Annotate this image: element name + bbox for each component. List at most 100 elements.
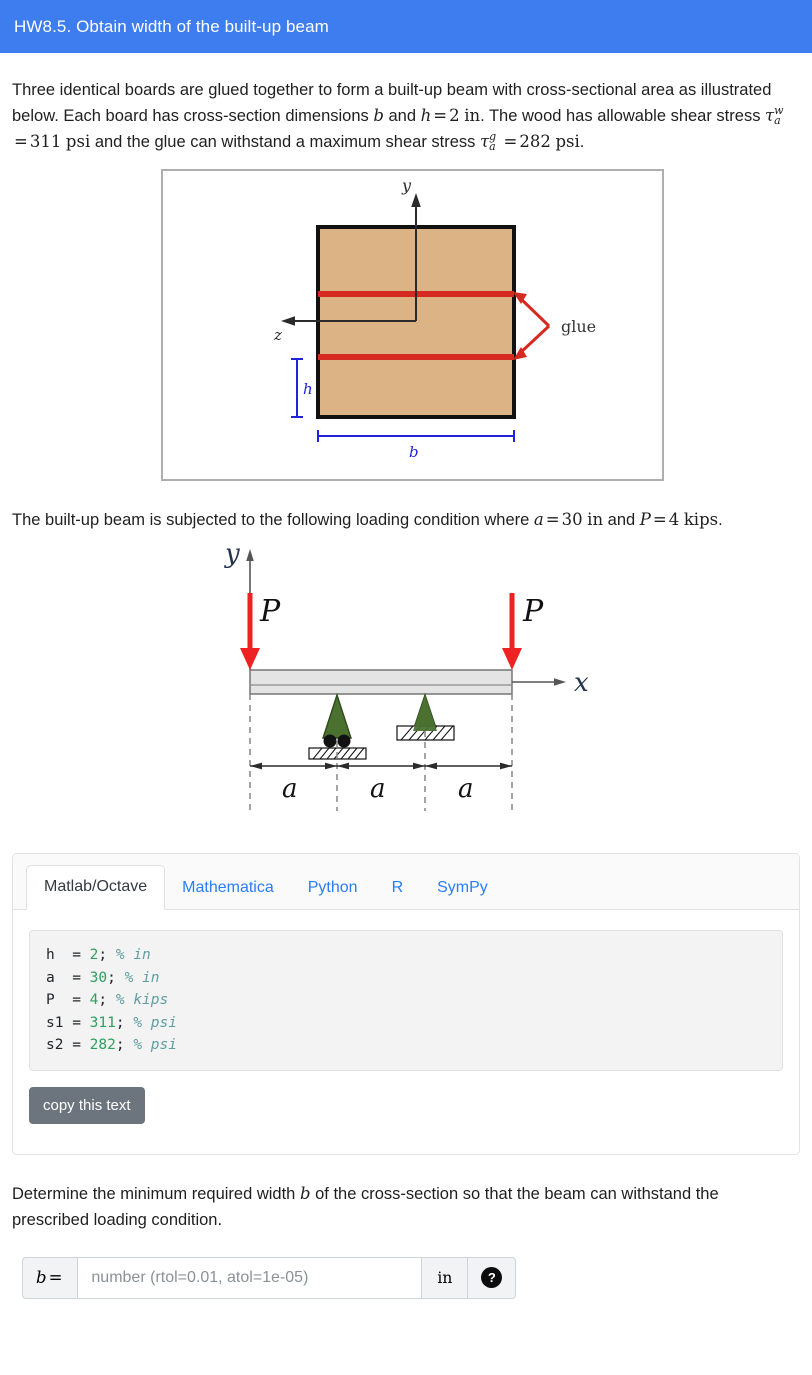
beam-y-axis-label: y [224, 539, 240, 569]
tau-glue-subscript: a [489, 139, 496, 153]
problem-header: HW8.5. Obtain width of the built-up beam [0, 0, 812, 53]
code-semi-1: ; [98, 947, 116, 963]
loading-text-part-2: and [603, 511, 640, 529]
code-line-1: h = 2; % in [46, 947, 151, 963]
question-mark-icon: ? [481, 1267, 503, 1288]
roller-wheel-left [323, 734, 337, 748]
equals-sign-tau-g: = [503, 132, 518, 151]
roller-support-triangle [322, 692, 352, 739]
tab-r[interactable]: R [375, 867, 421, 909]
loading-text-part-1: The built-up beam is subjected to the fo… [12, 511, 534, 529]
code-tab-panel: h = 2; % in a = 30; % in P = 4; % kips s… [13, 910, 799, 1154]
equals-sign-a: = [545, 510, 560, 529]
svg-text:a: a [282, 774, 298, 804]
load-arrow-left-head [240, 648, 260, 670]
z-axis-label: z [273, 326, 282, 344]
code-semi-2: ; [107, 969, 125, 986]
problem-text-part-3: . The wood has allowable shear stress [480, 107, 766, 125]
tab-matlab-octave[interactable]: Matlab/Octave [26, 865, 166, 910]
beam-y-axis-arrowhead [246, 549, 254, 561]
tau-wood-value: 311 [29, 132, 62, 151]
glue-leader-upper [517, 295, 551, 328]
y-axis-label: y [401, 176, 412, 195]
equals-sign-P: = [652, 510, 667, 529]
svg-text:a: a [458, 774, 474, 804]
code-comment-4: % psi [133, 1014, 177, 1031]
code-assign-2: a = [46, 969, 90, 986]
beam-x-axis-arrowhead [554, 678, 566, 686]
code-comment-1: % in [115, 947, 151, 963]
beam-x-axis-label: x [574, 668, 589, 698]
code-comment-3: % kips [115, 992, 169, 1008]
problem-text-part-5: . [579, 133, 585, 151]
code-semi-5: ; [115, 1037, 134, 1053]
code-value-2: 30 [89, 969, 108, 986]
tau-wood-subscript: a [774, 113, 781, 127]
code-semi-3: ; [98, 992, 116, 1008]
answer-input-group: b= in ? [22, 1256, 812, 1299]
symbol-tau-wood: τ [765, 106, 775, 125]
unit-psi-wood: psi [65, 132, 91, 151]
page-title: HW8.5. Obtain width of the built-up beam [14, 16, 329, 36]
code-semi-4: ; [115, 1014, 134, 1031]
code-line-4: s1 = 311; % psi [46, 1015, 177, 1031]
code-tabs-strip: Matlab/Octave Mathematica Python R SymPy [13, 854, 799, 910]
loading-text-part-3: . [718, 511, 723, 529]
load-arrow-right-head [502, 648, 522, 670]
determine-text-part-1: Determine the minimum required width [12, 1184, 300, 1203]
answer-equals-sign: = [48, 1268, 63, 1287]
tab-sympy[interactable]: SymPy [420, 867, 505, 909]
answer-symbol-b: b [36, 1268, 47, 1287]
code-assign-5: s2 = [46, 1037, 90, 1053]
z-axis-arrowhead [281, 316, 295, 326]
code-comment-2: % in [124, 969, 160, 986]
symbol-a: a [533, 510, 544, 529]
glue-label: glue [561, 317, 596, 336]
svg-text:a: a [370, 774, 386, 804]
answer-unit: in [422, 1256, 469, 1299]
problem-statement-1: Three identical boards are glued togethe… [12, 77, 800, 155]
load-label-right: P [522, 594, 544, 629]
tau-glue-scripts: ga [489, 130, 501, 153]
dimension-a-3: a [425, 762, 512, 804]
equals-sign-tau-w: = [14, 132, 28, 151]
problem-statement-2: The built-up beam is subjected to the fo… [12, 507, 800, 533]
tab-python[interactable]: Python [291, 867, 375, 909]
symbol-b-determine: b [299, 1183, 311, 1203]
a-value: 30 [561, 510, 583, 529]
dimension-a-1: a [250, 762, 337, 804]
tau-wood-scripts: wa [774, 104, 786, 127]
problem-statement-3: Determine the minimum required width b o… [12, 1181, 800, 1233]
answer-input[interactable] [77, 1256, 423, 1299]
unit-psi-glue: psi [555, 132, 580, 151]
problem-text-part-2: and [383, 107, 421, 125]
symbol-tau-glue: τ [480, 132, 490, 151]
code-block: h = 2; % in a = 30; % in P = 4; % kips s… [29, 930, 783, 1071]
code-assign-3: P = [46, 992, 90, 1008]
b-dimension-label: b [409, 443, 419, 461]
answer-help-button[interactable]: ? [468, 1256, 517, 1299]
code-line-3: P = 4; % kips [46, 992, 168, 1008]
roller-wheel-right [337, 734, 351, 748]
code-value-4: 311 [89, 1014, 116, 1031]
equals-sign-h: = [433, 106, 448, 125]
code-assign-4: s1 = [46, 1014, 90, 1031]
code-assign-1: h = [46, 947, 90, 963]
tau-glue-value: 282 [519, 132, 551, 151]
cross-section-svg: y z glue h b [273, 176, 596, 461]
code-tabs-card: Matlab/Octave Mathematica Python R SymPy… [12, 853, 800, 1155]
dimension-a-2: a [337, 762, 425, 804]
pin-support-triangle-overlay [413, 695, 437, 731]
beam-loading-figure: y x P P a a a [12, 535, 812, 825]
symbol-h: h [420, 106, 432, 125]
unit-in-a: in [587, 510, 604, 529]
y-axis-arrowhead [411, 193, 421, 207]
symbol-P: P [639, 510, 651, 529]
P-value: 4 [668, 510, 680, 529]
h-dimension-label: h [303, 380, 313, 398]
copy-text-button[interactable]: copy this text [29, 1086, 145, 1124]
load-label-left: P [259, 594, 281, 629]
unit-in-h: in [464, 106, 481, 125]
tab-mathematica[interactable]: Mathematica [165, 867, 291, 909]
problem-text-part-4: and the glue can withstand a maximum she… [90, 133, 481, 151]
